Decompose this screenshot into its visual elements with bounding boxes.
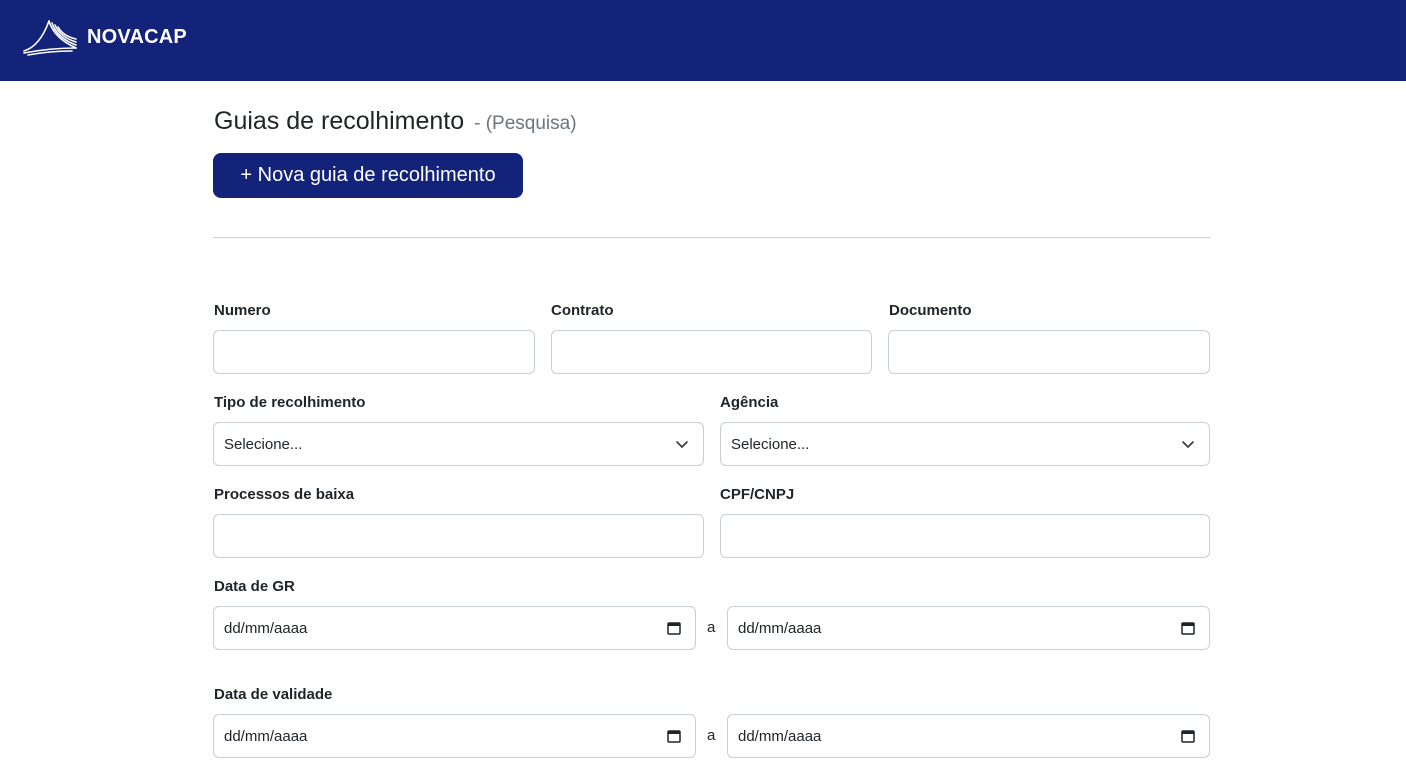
data-validade-to-value: dd/mm/aaaa xyxy=(738,727,822,745)
data-validade-to-input[interactable]: dd/mm/aaaa xyxy=(727,714,1210,758)
documento-input[interactable] xyxy=(888,330,1210,374)
brand-name: NOVACAP xyxy=(87,25,187,48)
agencia-label: Agência xyxy=(720,394,779,411)
brand-link[interactable]: NOVACAP xyxy=(22,18,187,56)
chevron-down-icon xyxy=(1182,441,1194,448)
chevron-down-icon xyxy=(676,441,688,448)
calendar-icon[interactable] xyxy=(1180,728,1196,744)
tipo-recolhimento-label: Tipo de recolhimento xyxy=(214,394,366,411)
cpf-cnpj-label: CPF/CNPJ xyxy=(720,486,795,503)
date-range-separator: a xyxy=(707,619,716,636)
agencia-select[interactable]: Selecione... xyxy=(720,422,1210,466)
cpf-cnpj-input[interactable] xyxy=(720,514,1210,558)
novacap-logo-icon xyxy=(23,20,77,56)
data-validade-from-input[interactable]: dd/mm/aaaa xyxy=(213,714,696,758)
calendar-icon[interactable] xyxy=(666,728,682,744)
data-gr-from-value: dd/mm/aaaa xyxy=(224,619,308,637)
contrato-input[interactable] xyxy=(551,330,872,374)
tipo-recolhimento-select[interactable]: Selecione... xyxy=(213,422,704,466)
numero-label: Numero xyxy=(214,302,271,319)
tipo-recolhimento-value: Selecione... xyxy=(224,435,303,453)
contrato-label: Contrato xyxy=(551,302,614,319)
numero-input[interactable] xyxy=(213,330,535,374)
top-navbar: NOVACAP xyxy=(0,0,1406,81)
data-gr-from-input[interactable]: dd/mm/aaaa xyxy=(213,606,696,650)
processos-baixa-input[interactable] xyxy=(213,514,704,558)
new-guide-button[interactable]: + Nova guia de recolhimento xyxy=(213,153,523,198)
page-title: Guias de recolhimento - (Pesquisa) xyxy=(214,107,577,136)
data-gr-to-value: dd/mm/aaaa xyxy=(738,619,822,637)
page-title-text: Guias de recolhimento xyxy=(214,107,465,135)
data-validade-label: Data de validade xyxy=(214,686,333,703)
data-gr-label: Data de GR xyxy=(214,578,295,595)
data-gr-to-input[interactable]: dd/mm/aaaa xyxy=(727,606,1210,650)
agencia-value: Selecione... xyxy=(731,435,810,453)
data-validade-from-value: dd/mm/aaaa xyxy=(224,727,308,745)
divider xyxy=(213,237,1210,238)
page-subtitle: - (Pesquisa) xyxy=(474,113,577,134)
calendar-icon[interactable] xyxy=(666,620,682,636)
documento-label: Documento xyxy=(889,302,972,319)
processos-baixa-label: Processos de baixa xyxy=(214,486,355,503)
date-range-separator: a xyxy=(707,727,716,744)
calendar-icon[interactable] xyxy=(1180,620,1196,636)
